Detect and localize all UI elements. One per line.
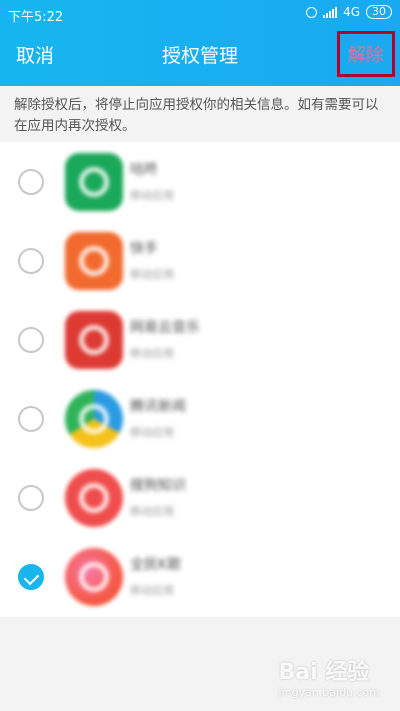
authorized-app-list: 咕咚 移动应用 快手 移动应用 网易云音乐 移动应用 腾讯新闻 移动应用 搜狗知… [0,142,400,617]
app-subtitle: 移动应用 [130,347,174,360]
revoke-notice: 解除授权后，将停止向应用授权你的相关信息。如有需要可以在应用内再次授权。 [14,97,379,134]
app-name: 快手 [130,241,158,257]
top-header: 下午5:22 4G 30 取消 授权管理 解除 [0,0,400,86]
app-name: 搜狗知识 [130,478,186,494]
radio-button-checked[interactable] [18,564,44,590]
app-icon [65,548,123,606]
radio-button[interactable] [18,169,44,195]
list-item[interactable]: 搜狗知识 移动应用 [0,458,400,538]
status-indicators: 4G 30 [306,5,392,19]
radio-button[interactable] [18,327,44,353]
app-icon [65,153,123,211]
status-time: 下午5:22 [8,10,64,25]
revoke-button[interactable]: 解除 [337,31,395,77]
app-subtitle: 移动应用 [130,584,174,597]
app-subtitle: 移动应用 [130,189,174,202]
list-item[interactable]: 咕咚 移动应用 [0,142,400,222]
app-icon [65,232,123,290]
alarm-icon [306,6,318,18]
app-name: 咕咚 [130,162,158,178]
radio-button[interactable] [18,485,44,511]
app-icon [65,469,123,527]
app-name: 腾讯新闻 [130,399,186,415]
list-item[interactable]: 腾讯新闻 移动应用 [0,379,400,459]
list-item[interactable]: 全民K歌 移动应用 [0,537,400,617]
radio-button[interactable] [18,406,44,432]
app-subtitle: 移动应用 [130,426,174,439]
check-icon [23,569,40,586]
app-name: 全民K歌 [130,557,182,573]
app-subtitle: 移动应用 [130,505,174,518]
watermark-logo: Bai 经验 jingyan.baidu.com [278,654,380,699]
status-bar: 下午5:22 4G 30 [0,0,400,28]
list-item[interactable]: 快手 移动应用 [0,221,400,301]
battery-icon: 30 [366,5,392,19]
app-name: 网易云音乐 [130,320,200,336]
app-icon [65,390,123,448]
app-icon [65,311,123,369]
watermark-brand: Bai 经验 [278,660,370,685]
list-item[interactable]: 网易云音乐 移动应用 [0,300,400,380]
app-subtitle: 移动应用 [130,268,174,281]
network-type: 4G [343,5,360,19]
radio-button[interactable] [18,248,44,274]
watermark-url: jingyan.baidu.com [278,686,380,699]
signal-icon [323,6,338,18]
